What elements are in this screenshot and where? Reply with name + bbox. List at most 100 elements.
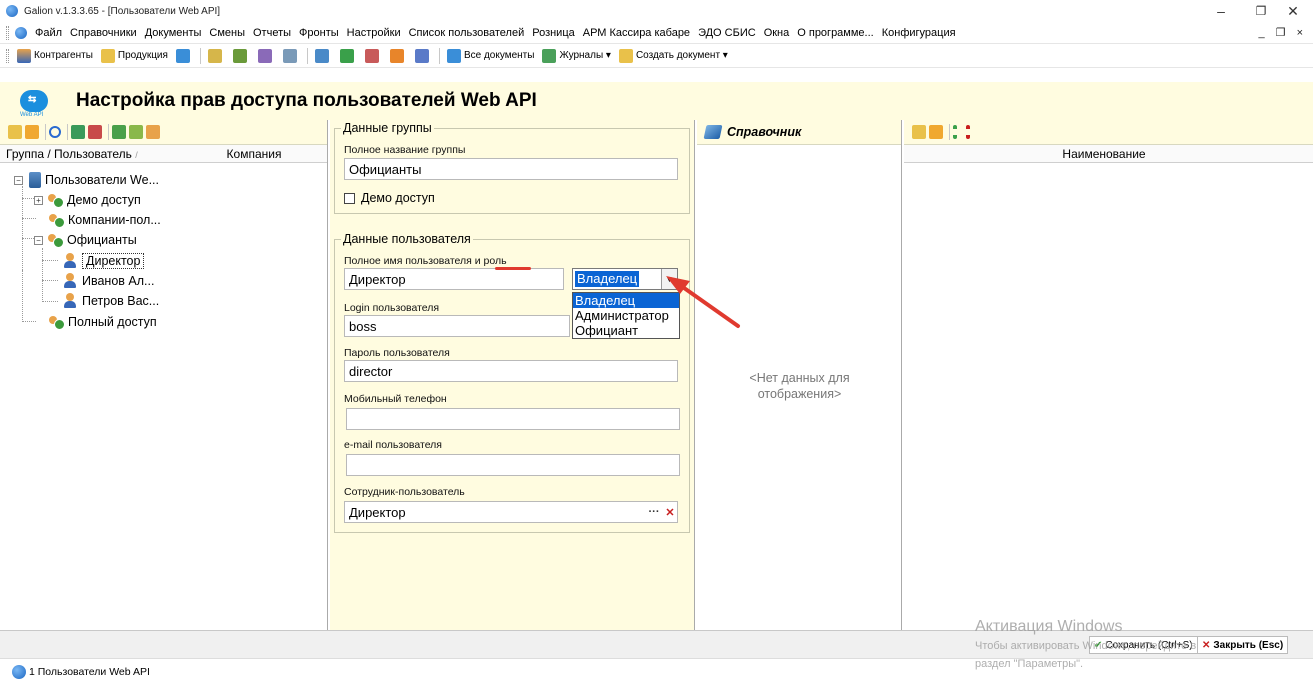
tool-button-7[interactable] (336, 48, 361, 63)
menu-reports[interactable]: Отчеты (249, 27, 295, 39)
column-company[interactable]: Компания (190, 147, 318, 161)
demo-access-checkbox[interactable]: Демо доступ (344, 191, 435, 205)
menu-cashier[interactable]: АРМ Кассира кабаре (579, 27, 694, 39)
checkbox-box[interactable] (344, 192, 355, 204)
password-input[interactable]: director (344, 360, 678, 382)
role-option-admin[interactable]: Администратор (573, 308, 679, 323)
close-button[interactable]: ✕ Закрыть (Esc) (1197, 636, 1289, 654)
collapse-icon[interactable]: − (14, 175, 23, 185)
group-icon (48, 314, 65, 330)
new-item-icon[interactable] (912, 125, 926, 139)
tool-button-10[interactable] (411, 48, 436, 63)
tree-node-full-access[interactable]: Полный доступ (48, 312, 157, 332)
role-option-waiter[interactable]: Официант (573, 323, 679, 338)
tree-node-waiters[interactable]: − Официанты (34, 230, 137, 250)
watermark-line1: Активация Windows (975, 618, 1123, 635)
tree-node-demo[interactable]: + Демо доступ (34, 190, 141, 210)
delete-group-icon[interactable] (88, 125, 102, 139)
app-menu-icon[interactable] (15, 26, 27, 39)
tool-button-4[interactable] (254, 48, 279, 63)
menu-configuration[interactable]: Конфигурация (878, 27, 960, 39)
column-group-user[interactable]: Группа / Пользователь / (0, 147, 190, 161)
menu-windows[interactable]: Окна (760, 27, 794, 39)
menu-grip (6, 25, 9, 40)
menu-about[interactable]: О программе... (793, 27, 877, 39)
reference-panel: Справочник <Нет данных для отображения> (697, 120, 902, 630)
user-icon[interactable] (146, 125, 160, 139)
window-tab-label: 1 Пользователи Web API (29, 665, 150, 678)
tag-icon (364, 48, 379, 63)
collapse-icon[interactable]: − (34, 235, 43, 245)
new-folder-icon[interactable] (8, 125, 22, 139)
open-folder-icon[interactable] (25, 125, 39, 139)
contractors-label: Контрагенты (34, 50, 93, 61)
close-window-button[interactable]: ✕ (1270, 0, 1313, 22)
menu-documents[interactable]: Документы (141, 27, 206, 39)
tool-button-1[interactable] (172, 48, 197, 63)
tool-button-8[interactable] (361, 48, 386, 63)
ellipsis-icon[interactable]: ··· (646, 503, 662, 521)
tree-toolbar-separator (108, 124, 109, 140)
menu-fronts[interactable]: Фронты (295, 27, 343, 39)
tool-button-5[interactable] (279, 48, 304, 63)
add-group-icon[interactable] (71, 125, 85, 139)
group-name-input[interactable]: Официанты (344, 158, 678, 180)
email-label: e-mail пользователя (344, 439, 442, 451)
tree-node-companies[interactable]: Компании-пол... (48, 210, 161, 230)
journal-icon (542, 48, 557, 63)
menu-retail[interactable]: Розница (528, 27, 579, 39)
tool-button-9[interactable] (386, 48, 411, 63)
refresh-icon[interactable] (49, 126, 61, 138)
menu-shifts[interactable]: Смены (205, 27, 249, 39)
menu-user-list[interactable]: Список пользователей (405, 27, 529, 39)
tree-node-petrov[interactable]: Петров Вас... (62, 291, 159, 311)
tree-line (22, 321, 36, 322)
tool-button-2[interactable] (204, 48, 229, 63)
open-item-icon[interactable] (929, 125, 943, 139)
tree-node-label: Официанты (67, 233, 137, 247)
close-icon: ✕ (1202, 639, 1211, 651)
role-select[interactable]: Владелец ▼ (572, 268, 678, 290)
journals-label: Журналы ▾ (559, 50, 611, 61)
menu-directories[interactable]: Справочники (66, 27, 141, 39)
employee-input[interactable]: Директор (344, 501, 678, 523)
journals-button[interactable]: Журналы ▾ (538, 48, 614, 63)
tree-line (22, 270, 23, 322)
window-tab[interactable]: 1 Пользователи Web API (12, 664, 150, 679)
phone-input[interactable] (346, 408, 680, 430)
clear-icon[interactable]: ✕ (662, 503, 678, 521)
menu-edo[interactable]: ЭДО СБИС (694, 27, 760, 39)
tree-node-ivanov[interactable]: Иванов Ал... (62, 271, 154, 291)
tree-node-root[interactable]: − Пользователи We... (14, 170, 159, 190)
chevron-down-icon[interactable]: ▼ (661, 269, 677, 289)
login-input[interactable]: boss (344, 315, 570, 337)
all-documents-button[interactable]: Все документы (443, 48, 539, 63)
email-input[interactable] (346, 454, 680, 476)
all-documents-label: Все документы (463, 50, 535, 61)
tree-node-director[interactable]: Директор (62, 251, 145, 271)
edit-user-icon[interactable] (129, 125, 143, 139)
role-option-owner[interactable]: Владелец (573, 293, 679, 308)
move-up-icon[interactable] (953, 125, 957, 139)
list-header: Наименование (904, 145, 1313, 163)
user-icon (62, 273, 78, 289)
title-bar: Galion v.1.3.3.65 - [Пользователи Web AP… (0, 0, 1313, 22)
expand-icon[interactable]: + (34, 195, 43, 205)
tool-button-6[interactable] (311, 48, 336, 63)
user-full-name-input[interactable]: Директор (344, 268, 564, 290)
tree-node-label: Полный доступ (68, 315, 157, 329)
mdi-controls[interactable]: _ ❐ × (1258, 26, 1307, 39)
tree-node-label: Демо доступ (67, 193, 141, 207)
create-document-button[interactable]: Создать документ ▾ (615, 48, 732, 63)
menu-settings[interactable]: Настройки (343, 27, 405, 39)
products-button[interactable]: Продукция (97, 48, 172, 63)
move-down-icon[interactable] (966, 125, 970, 139)
column-name[interactable]: Наименование (904, 147, 1304, 161)
menu-file[interactable]: Файл (31, 27, 66, 39)
phone-label: Мобильный телефон (344, 393, 447, 405)
contractors-button[interactable]: Контрагенты (13, 48, 97, 63)
add-user-icon[interactable] (112, 125, 126, 139)
watermark-line3: раздел "Параметры". (975, 658, 1084, 670)
tool-button-3[interactable] (229, 48, 254, 63)
watermark-line2: Чтобы активировать Windows, перейдите в (975, 640, 1197, 652)
